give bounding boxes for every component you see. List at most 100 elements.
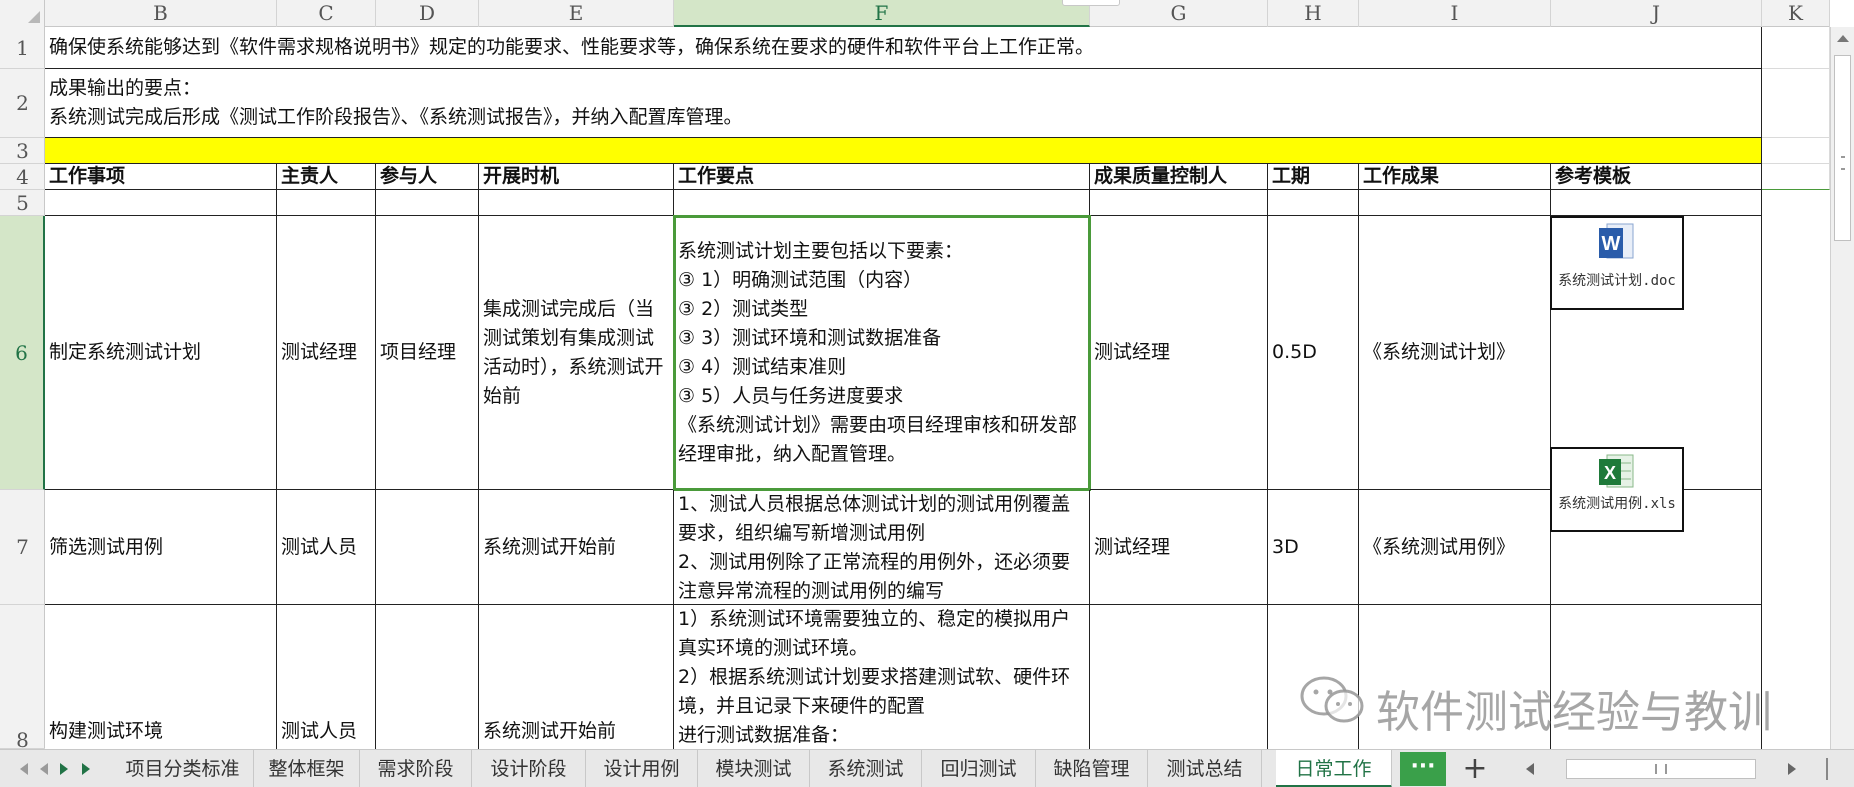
table-row-1-duration[interactable]: 0.5D — [1268, 216, 1359, 490]
scrollbar-end-marker — [1826, 758, 1828, 780]
table-row-2-participant[interactable] — [376, 490, 479, 605]
tab-system-testing[interactable]: 系统测试 — [810, 750, 922, 787]
cell-i5[interactable] — [1359, 190, 1551, 216]
header-participant[interactable]: 参与人 — [376, 164, 479, 190]
cell-k2[interactable] — [1762, 69, 1830, 138]
column-header-k[interactable]: K — [1762, 0, 1830, 27]
table-row-3-participant[interactable] — [376, 605, 479, 749]
table-row-1-qc[interactable]: 测试经理 — [1090, 216, 1268, 490]
first-sheet-icon[interactable] — [20, 763, 28, 775]
next-sheet-icon[interactable] — [60, 763, 68, 775]
tab-module-testing[interactable]: 模块测试 — [698, 750, 810, 787]
cell-b1[interactable]: 确保使系统能够达到《软件需求规格说明书》规定的功能要求、性能要求等，确保系统在要… — [45, 27, 1762, 69]
key-points-text: 1、测试人员根据总体测试计划的测试用例覆盖要求，组织编写新增测试用例 2、测试用… — [678, 493, 1071, 602]
table-row-1-participant[interactable]: 项目经理 — [376, 216, 479, 490]
tab-design-cases[interactable]: 设计用例 — [586, 750, 698, 787]
tab-project-classification[interactable]: 项目分类标准 — [112, 750, 254, 787]
table-row-3-timing[interactable]: 系统测试开始前 — [479, 605, 674, 749]
excel-file-label: 系统测试用例.xls — [1558, 496, 1676, 512]
cell-b5[interactable] — [45, 190, 277, 216]
last-sheet-icon[interactable] — [82, 763, 90, 775]
vertical-scroll-thumb[interactable] — [1834, 55, 1851, 241]
column-header-c[interactable]: C — [277, 0, 376, 27]
wechat-watermark: 软件测试经验与教训 — [1298, 672, 1798, 738]
tab-design-phase[interactable]: 设计阶段 — [472, 750, 586, 787]
cell-h5[interactable] — [1268, 190, 1359, 216]
column-header-f[interactable]: F — [674, 0, 1090, 27]
scroll-right-icon[interactable] — [1788, 763, 1796, 775]
row-header-5[interactable]: 5 — [0, 190, 45, 216]
row-header-4[interactable]: 4 — [0, 164, 45, 190]
column-header-j[interactable]: J — [1551, 0, 1762, 27]
row-header-3[interactable]: 3 — [0, 138, 45, 164]
cell-d5[interactable] — [376, 190, 479, 216]
header-timing[interactable]: 开展时机 — [479, 164, 674, 190]
horizontal-scrollbar[interactable] — [1566, 759, 1756, 779]
header-duration[interactable]: 工期 — [1268, 164, 1359, 190]
table-row-2-timing[interactable]: 系统测试开始前 — [479, 490, 674, 605]
grip-icon — [1841, 156, 1845, 170]
row-header-7[interactable]: 7 — [0, 490, 45, 605]
table-row-2-deliverable[interactable]: 《系统测试用例》 — [1359, 490, 1551, 605]
cell-b2[interactable]: 成果输出的要点： 系统测试完成后形成《测试工作阶段报告》、《系统测试报告》，并纳… — [45, 69, 1762, 138]
column-header-e[interactable]: E — [479, 0, 674, 27]
column-header-b[interactable]: B — [45, 0, 277, 27]
cell-e5[interactable] — [479, 190, 674, 216]
word-document-icon: W — [1599, 223, 1634, 259]
table-row-2-qc[interactable]: 测试经理 — [1090, 490, 1268, 605]
tab-daily-work[interactable]: 日常工作 — [1276, 750, 1392, 787]
cell-g5[interactable] — [1090, 190, 1268, 216]
cell-k1[interactable] — [1762, 27, 1830, 69]
table-row-3-item[interactable]: 构建测试环境 — [45, 605, 277, 749]
table-row-1-deliverable[interactable]: 《系统测试计划》 — [1359, 216, 1551, 490]
cell-k3[interactable] — [1762, 138, 1830, 164]
more-tabs-button[interactable]: ··· — [1400, 752, 1446, 786]
select-all-corner[interactable] — [0, 0, 45, 27]
column-header-i[interactable]: I — [1359, 0, 1551, 27]
cell-c5[interactable] — [277, 190, 376, 216]
header-reference-template[interactable]: 参考模板 — [1551, 164, 1762, 190]
table-row-3-qc[interactable] — [1090, 605, 1268, 749]
embedded-excel-sheet[interactable]: X 系统测试用例.xls — [1550, 447, 1684, 532]
row-header-1[interactable]: 1 — [0, 27, 45, 69]
cell-b3-highlight[interactable] — [45, 138, 1762, 164]
table-row-2-item[interactable]: 筛选测试用例 — [45, 490, 277, 605]
svg-text:W: W — [1602, 233, 1621, 255]
table-row-1-timing[interactable]: 集成测试完成后（当测试策划有集成测试活动时），系统测试开始前 — [479, 216, 674, 490]
tab-test-summary[interactable]: 测试总结 — [1148, 750, 1262, 787]
tab-defect-management[interactable]: 缺陷管理 — [1036, 750, 1148, 787]
column-header-h[interactable]: H — [1268, 0, 1359, 27]
table-row-1-key-points[interactable]: 系统测试计划主要包括以下要素： ③ 1）明确测试范围（内容） ③ 2）测试类型 … — [673, 215, 1091, 491]
tab-requirements-phase[interactable]: 需求阶段 — [360, 750, 472, 787]
cell-k4[interactable] — [1762, 164, 1830, 190]
header-key-points[interactable]: 工作要点 — [674, 164, 1090, 190]
vertical-scrollbar[interactable] — [1830, 27, 1854, 749]
column-header-d[interactable]: D — [376, 0, 479, 27]
table-row-2-key-points[interactable]: 1、测试人员根据总体测试计划的测试用例覆盖要求，组织编写新增测试用例 2、测试用… — [674, 490, 1090, 605]
cell-f5[interactable] — [674, 190, 1090, 216]
row-header-8[interactable]: 8 — [0, 605, 45, 752]
cell-j5[interactable] — [1551, 190, 1762, 216]
row-header-6[interactable]: 6 — [0, 216, 45, 490]
row-header-2[interactable]: 2 — [0, 69, 45, 138]
table-row-1-owner[interactable]: 测试经理 — [277, 216, 376, 490]
table-row-2-duration[interactable]: 3D — [1268, 490, 1359, 605]
table-row-3-key-points[interactable]: 1）系统测试环境需要独立的、稳定的模拟用户真实环境的测试环境。 2）根据系统测试… — [674, 605, 1090, 749]
scroll-left-icon[interactable] — [1526, 763, 1534, 775]
header-work-item[interactable]: 工作事项 — [45, 164, 277, 190]
word-file-label: 系统测试计划.doc — [1558, 273, 1676, 289]
item-text: 构建测试环境 — [49, 720, 164, 742]
header-owner[interactable]: 主责人 — [277, 164, 376, 190]
table-row-1-item[interactable]: 制定系统测试计划 — [45, 216, 277, 490]
table-row-2-owner[interactable]: 测试人员 — [277, 490, 376, 605]
add-sheet-button[interactable]: + — [1452, 750, 1498, 787]
tab-regression-testing[interactable]: 回归测试 — [922, 750, 1036, 787]
column-resize-tab[interactable] — [1062, 0, 1120, 6]
tab-overall-framework[interactable]: 整体框架 — [254, 750, 360, 787]
table-row-3-owner[interactable]: 测试人员 — [277, 605, 376, 749]
header-quality-controller[interactable]: 成果质量控制人 — [1090, 164, 1268, 190]
header-deliverable[interactable]: 工作成果 — [1359, 164, 1551, 190]
scroll-up-icon[interactable] — [1837, 35, 1849, 42]
embedded-word-doc[interactable]: W 系统测试计划.doc — [1550, 216, 1684, 310]
prev-sheet-icon[interactable] — [40, 763, 48, 775]
